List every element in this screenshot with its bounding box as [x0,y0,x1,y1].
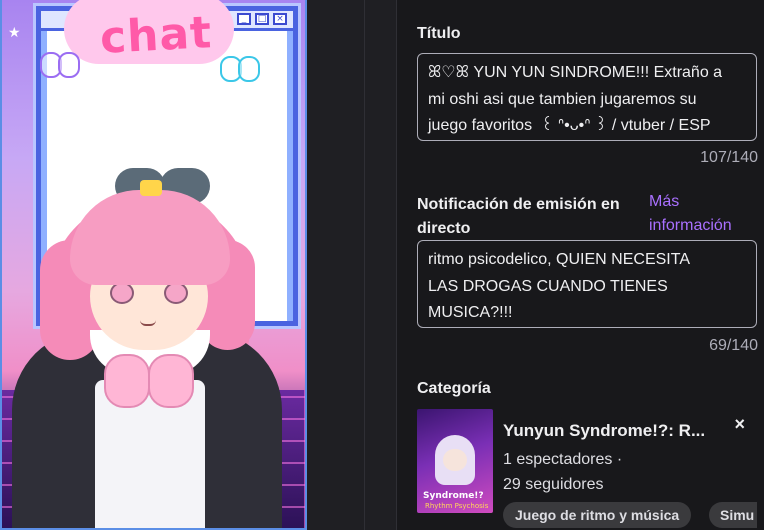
avatar-pink-bow [104,350,194,410]
cover-character-face [443,449,467,471]
game-cover-image: Syndrome!? Rhythm Psychosis [417,409,493,513]
category-tag-rhythm[interactable]: Juego de ritmo y música [503,502,692,528]
title-input[interactable]: ꕤ♡ꕤ YUN YUN SINDROME!!! Extraño a mi osh… [417,53,757,141]
title-char-counter: 107/140 [700,149,758,166]
stream-preview: ★ _ □ × chat [0,0,307,530]
category-viewers: 1 espectadores · [503,451,623,468]
avatar-bangs [70,190,230,285]
hair-clip-icon [140,180,162,196]
notification-label-line1: Notificación de emisión en [417,196,620,213]
cover-logo: Syndrome!? [423,491,484,501]
avatar-mouth [140,320,156,326]
notification-input[interactable]: ritmo psicodelico, QUIEN NECESITA LAS DR… [417,240,757,328]
category-game-title: Yunyun Syndrome!?: R... [503,421,706,440]
more-info-link[interactable]: Más información [649,190,759,238]
remove-category-icon[interactable]: × [734,414,745,435]
title-label: Título [417,25,461,42]
vtuber-avatar [0,0,307,530]
avatar-eye-left [110,282,134,304]
notification-char-counter: 69/140 [709,337,758,354]
more-info-line1[interactable]: Más [649,193,679,210]
divider-column [307,0,396,530]
more-info-line2[interactable]: información [649,217,732,234]
category-card[interactable]: Syndrome!? Rhythm Psychosis Yunyun Syndr… [417,409,757,530]
notification-label: Notificación de emisión en directo [417,193,657,241]
category-followers: 29 seguidores [503,476,604,493]
category-tag-simulation[interactable]: Simu [709,502,757,528]
cover-subtitle: Rhythm Psychosis [425,502,489,510]
stream-info-form: Título ꕤ♡ꕤ YUN YUN SINDROME!!! Extraño a… [396,0,764,530]
divider-line [364,0,365,530]
category-label: Categoría [417,380,491,397]
notification-label-line2: directo [417,220,471,237]
avatar-eye-right [164,282,188,304]
